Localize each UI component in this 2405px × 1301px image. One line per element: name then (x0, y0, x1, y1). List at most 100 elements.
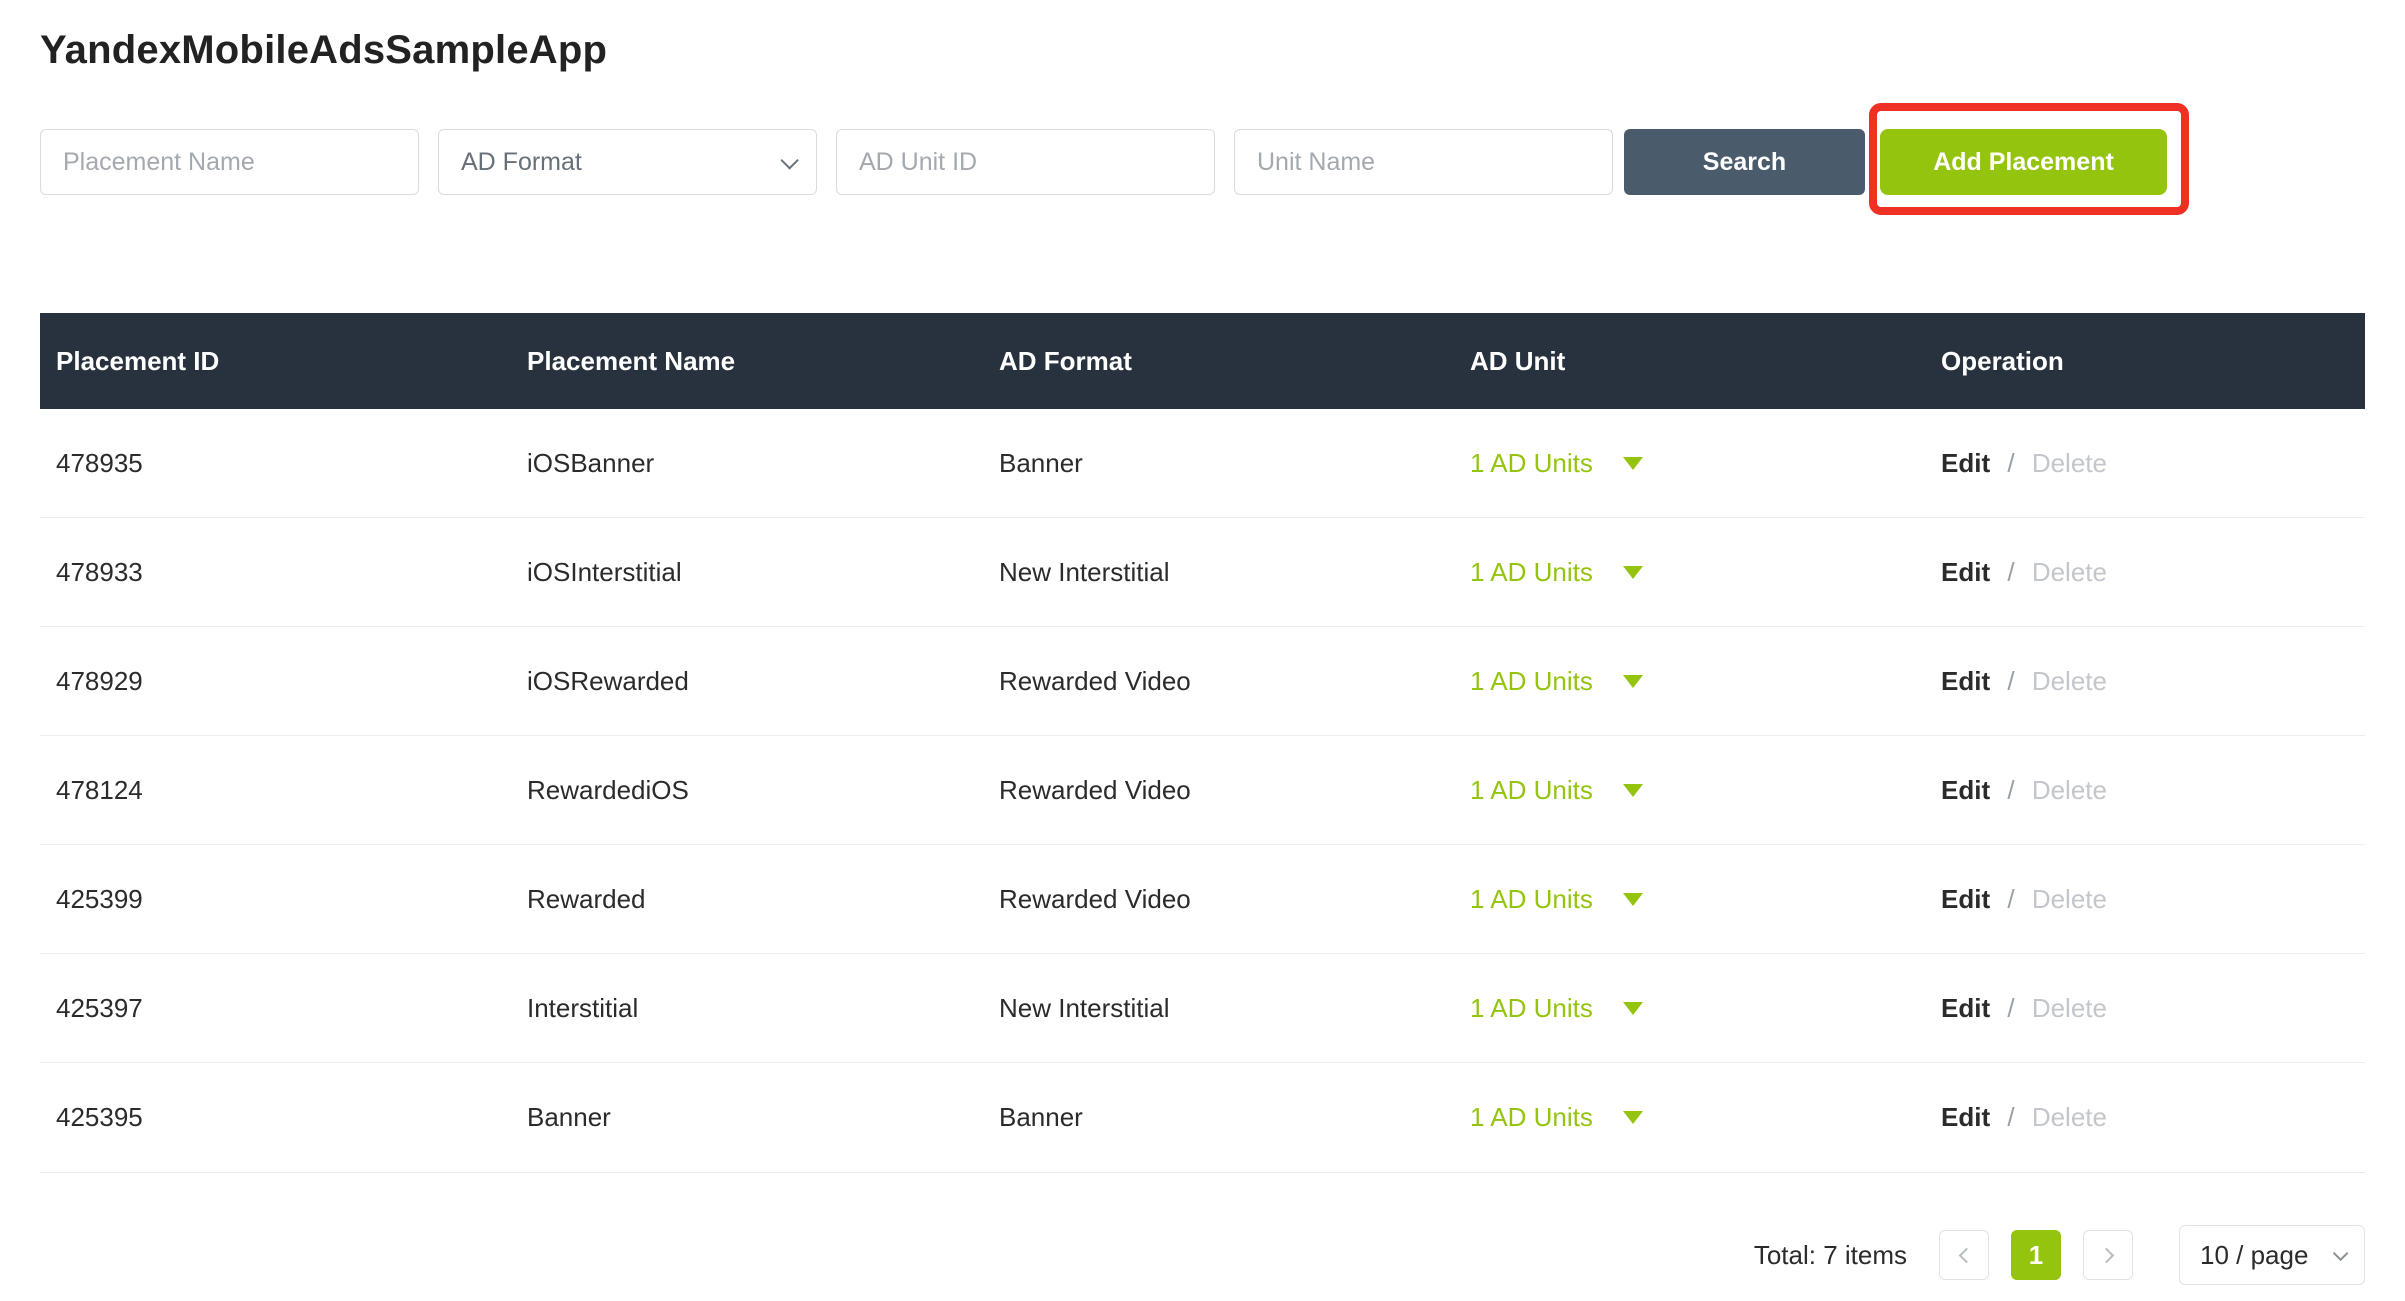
ad-format-select-label: AD Format (461, 148, 582, 177)
edit-link[interactable]: Edit (1941, 666, 1990, 696)
column-header-operation: Operation (1925, 346, 2365, 377)
ad-unit-cell: 1 AD Units (1454, 775, 1925, 806)
ad-units-expand-link[interactable]: 1 AD Units (1470, 666, 1643, 697)
delete-link[interactable]: Delete (2032, 775, 2107, 805)
table-body: 478935 iOSBanner Banner 1 AD Units Edit … (40, 409, 2365, 1172)
placement-name-cell: iOSRewarded (511, 666, 983, 697)
ad-format-cell: Banner (983, 1102, 1454, 1133)
placement-name-cell: Interstitial (511, 993, 983, 1024)
ad-unit-id-input[interactable] (836, 129, 1215, 195)
chevron-down-icon (2333, 1245, 2349, 1261)
ad-format-cell: New Interstitial (983, 557, 1454, 588)
operation-cell: Edit / Delete (1925, 557, 2365, 588)
next-page-button[interactable] (2083, 1230, 2133, 1280)
column-header-ad-format: AD Format (983, 346, 1454, 377)
ad-format-cell: Rewarded Video (983, 884, 1454, 915)
search-button[interactable]: Search (1624, 129, 1865, 195)
operation-cell: Edit / Delete (1925, 666, 2365, 697)
delete-link[interactable]: Delete (2032, 448, 2107, 478)
operation-cell: Edit / Delete (1925, 1102, 2365, 1133)
op-separator: / (2007, 884, 2014, 914)
edit-link[interactable]: Edit (1941, 775, 1990, 805)
delete-link[interactable]: Delete (2032, 557, 2107, 587)
op-separator: / (2007, 557, 2014, 587)
ad-format-cell: Rewarded Video (983, 666, 1454, 697)
ad-units-expand-link[interactable]: 1 AD Units (1470, 884, 1643, 915)
edit-link[interactable]: Edit (1941, 1102, 1990, 1132)
ad-units-expand-link[interactable]: 1 AD Units (1470, 1102, 1643, 1133)
unit-name-input[interactable] (1234, 129, 1613, 195)
placement-id-cell: 425397 (40, 993, 511, 1024)
operation-cell: Edit / Delete (1925, 884, 2365, 915)
placements-table: Placement ID Placement Name AD Format AD… (40, 313, 2365, 1173)
op-separator: / (2007, 775, 2014, 805)
ad-units-expand-link[interactable]: 1 AD Units (1470, 448, 1643, 479)
operation-cell: Edit / Delete (1925, 448, 2365, 479)
ad-unit-cell: 1 AD Units (1454, 448, 1925, 479)
ad-unit-cell: 1 AD Units (1454, 557, 1925, 588)
placement-name-cell: iOSBanner (511, 448, 983, 479)
column-header-placement-id: Placement ID (40, 346, 511, 377)
placement-id-cell: 478933 (40, 557, 511, 588)
table-row: 425399 Rewarded Rewarded Video 1 AD Unit… (40, 845, 2365, 954)
operation-cell: Edit / Delete (1925, 993, 2365, 1024)
caret-down-icon (1623, 893, 1643, 906)
edit-link[interactable]: Edit (1941, 993, 1990, 1023)
caret-down-icon (1623, 784, 1643, 797)
chevron-right-icon (2098, 1247, 2114, 1263)
delete-link[interactable]: Delete (2032, 993, 2107, 1023)
table-row: 425397 Interstitial New Interstitial 1 A… (40, 954, 2365, 1063)
table-row: 425395 Banner Banner 1 AD Units Edit / D… (40, 1063, 2365, 1172)
ad-units-label: 1 AD Units (1470, 884, 1593, 915)
placement-id-cell: 425395 (40, 1102, 511, 1133)
placement-name-cell: RewardediOS (511, 775, 983, 806)
op-separator: / (2007, 448, 2014, 478)
pagination-bar: Total: 7 items 1 10 / page (40, 1225, 2365, 1285)
page-number-button[interactable]: 1 (2011, 1230, 2061, 1280)
placement-name-cell: Rewarded (511, 884, 983, 915)
ad-format-cell: Banner (983, 448, 1454, 479)
chevron-left-icon (1958, 1247, 1974, 1263)
op-separator: / (2007, 993, 2014, 1023)
ad-format-select[interactable]: AD Format (438, 129, 817, 195)
table-row: 478929 iOSRewarded Rewarded Video 1 AD U… (40, 627, 2365, 736)
ad-unit-cell: 1 AD Units (1454, 884, 1925, 915)
edit-link[interactable]: Edit (1941, 884, 1990, 914)
total-items-text: Total: 7 items (1754, 1240, 1907, 1271)
placement-id-cell: 478929 (40, 666, 511, 697)
column-header-ad-unit: AD Unit (1454, 346, 1925, 377)
page-size-label: 10 / page (2200, 1240, 2308, 1271)
page-title: YandexMobileAdsSampleApp (40, 28, 2365, 73)
table-row: 478124 RewardediOS Rewarded Video 1 AD U… (40, 736, 2365, 845)
ad-units-expand-link[interactable]: 1 AD Units (1470, 557, 1643, 588)
ad-unit-cell: 1 AD Units (1454, 1102, 1925, 1133)
delete-link[interactable]: Delete (2032, 666, 2107, 696)
ad-units-expand-link[interactable]: 1 AD Units (1470, 775, 1643, 806)
ad-format-cell: Rewarded Video (983, 775, 1454, 806)
op-separator: / (2007, 666, 2014, 696)
add-placement-button[interactable]: Add Placement (1880, 129, 2167, 195)
page-root: YandexMobileAdsSampleApp AD Format Searc… (0, 0, 2405, 1285)
ad-units-label: 1 AD Units (1470, 775, 1593, 806)
op-separator: / (2007, 1102, 2014, 1132)
ad-units-label: 1 AD Units (1470, 557, 1593, 588)
ad-units-expand-link[interactable]: 1 AD Units (1470, 993, 1643, 1024)
ad-units-label: 1 AD Units (1470, 448, 1593, 479)
caret-down-icon (1623, 457, 1643, 470)
ad-format-cell: New Interstitial (983, 993, 1454, 1024)
placement-id-cell: 478935 (40, 448, 511, 479)
ad-units-label: 1 AD Units (1470, 666, 1593, 697)
caret-down-icon (1623, 1111, 1643, 1124)
placement-name-input[interactable] (40, 129, 419, 195)
prev-page-button[interactable] (1939, 1230, 1989, 1280)
delete-link[interactable]: Delete (2032, 1102, 2107, 1132)
ad-unit-cell: 1 AD Units (1454, 666, 1925, 697)
page-size-select[interactable]: 10 / page (2179, 1225, 2365, 1285)
caret-down-icon (1623, 675, 1643, 688)
placement-name-cell: Banner (511, 1102, 983, 1133)
edit-link[interactable]: Edit (1941, 448, 1990, 478)
delete-link[interactable]: Delete (2032, 884, 2107, 914)
table-header-row: Placement ID Placement Name AD Format AD… (40, 313, 2365, 409)
edit-link[interactable]: Edit (1941, 557, 1990, 587)
placement-name-cell: iOSInterstitial (511, 557, 983, 588)
